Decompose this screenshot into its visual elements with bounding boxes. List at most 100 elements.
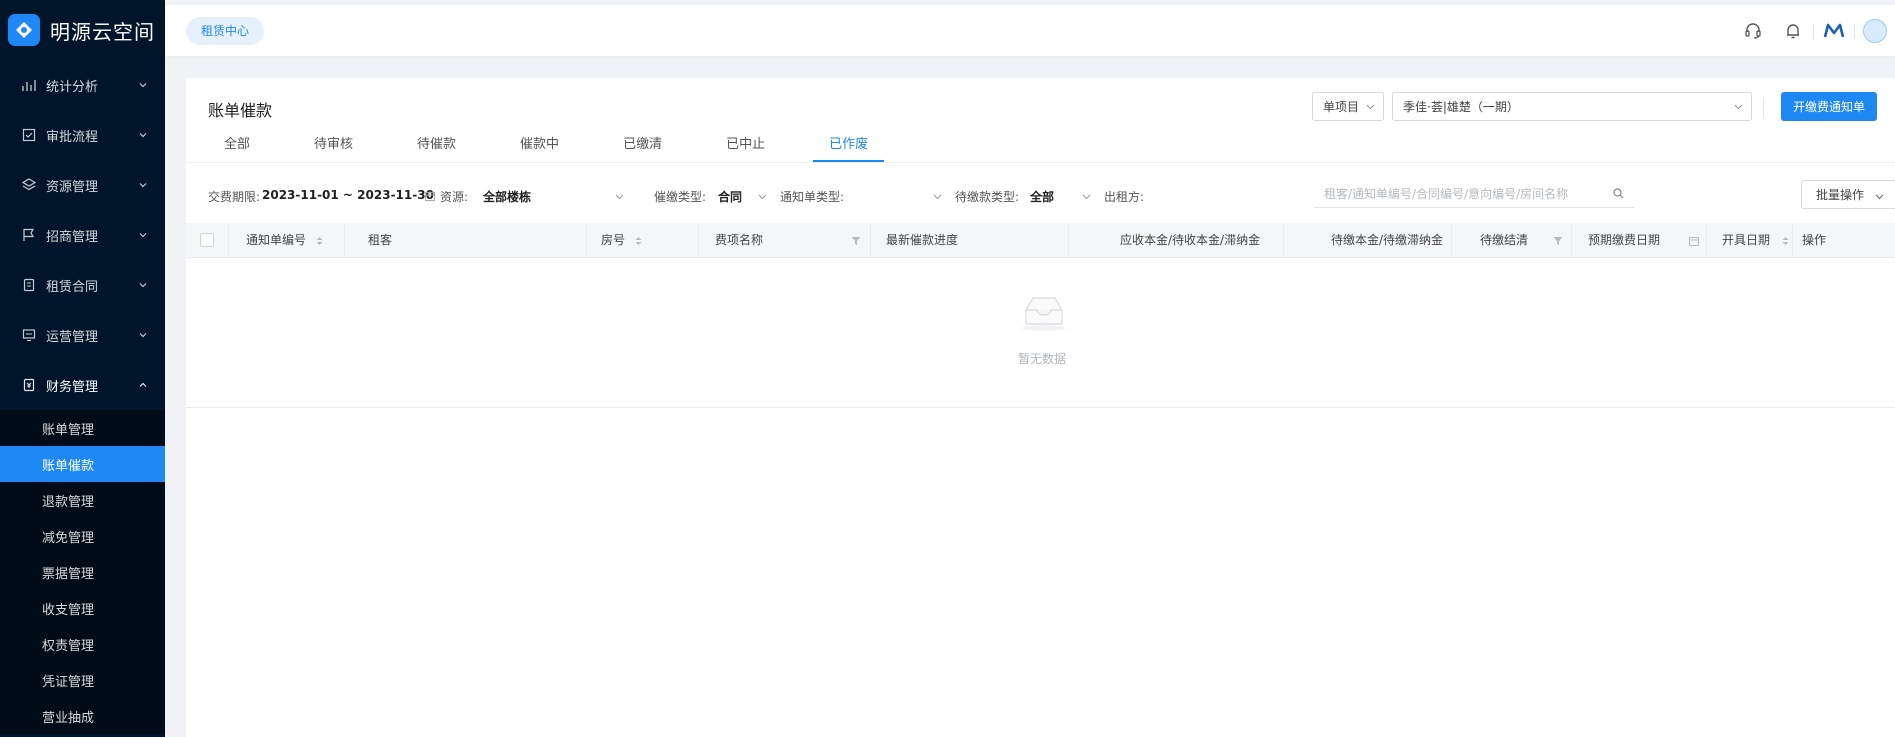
content-panel: 账单催款 单项目 季佳·荟|雄楚（一期） 开缴费通知单 全部 待审核 待催款 催… [186, 78, 1895, 737]
empty-text: 暂无数据 [1018, 352, 1067, 366]
sidebar-item-stats[interactable]: 统计分析 [0, 60, 165, 110]
tab-voided[interactable]: 已作废 [813, 128, 885, 162]
sidebar-item-finance[interactable]: 财务管理 [0, 360, 165, 410]
project-mode-value: 单项目 [1323, 100, 1360, 114]
chevron-down-icon [758, 194, 767, 200]
chevron-down-icon [139, 333, 147, 338]
empty-state: 暂无数据 [186, 258, 1895, 408]
app-title: 明源云空间 [50, 19, 155, 44]
sidebar-item-label: 运营管理 [46, 329, 99, 345]
sidebar-item-resources[interactable]: 资源管理 [0, 160, 165, 210]
sidebar-item-lease-contract[interactable]: 租赁合同 [0, 260, 165, 310]
column-header-notice-no[interactable]: 通知单编号 [246, 223, 306, 258]
app-logo-icon [8, 14, 40, 46]
collect-type-select[interactable]: 合同 [718, 188, 742, 205]
notice-type-label: 通知单类型: [780, 190, 845, 204]
filter-icon[interactable] [1553, 236, 1563, 246]
contract-icon [22, 278, 36, 292]
batch-operation-label: 批量操作 [1816, 188, 1865, 202]
search-input[interactable]: 租客/通知单编号/合同编号/意向编号/房间名称 [1314, 180, 1634, 208]
chevron-down-icon [139, 183, 147, 188]
tab-all[interactable]: 全部 [208, 128, 266, 162]
sidebar: 明源云空间 统计分析 审批流程 资源管理 招商管理 租赁合同 运营管理 财务管理… [0, 0, 165, 737]
column-header-tenant: 租客 [368, 233, 393, 247]
empty-inbox-icon [1022, 297, 1066, 331]
column-header-actions: 操作 [1802, 233, 1827, 247]
sidebar-item-label: 招商管理 [46, 229, 99, 245]
header-actions [1733, 5, 1895, 57]
column-header-settled: 待缴结清 [1480, 233, 1529, 247]
batch-operation-button[interactable]: 批量操作 [1801, 180, 1895, 209]
brand[interactable]: 明源云空间 [0, 0, 165, 60]
tab-collecting[interactable]: 催款中 [504, 128, 575, 162]
subitem-bill-management[interactable]: 账单管理 [0, 410, 165, 446]
subitem-bill-collection[interactable]: 账单催款 [0, 446, 165, 482]
tabs-divider [186, 162, 1895, 163]
filter-icon[interactable] [851, 236, 861, 246]
sidebar-item-label: 资源管理 [46, 179, 99, 195]
chevron-down-icon [139, 133, 147, 138]
tab-terminated[interactable]: 已中止 [710, 128, 781, 162]
sort-icon[interactable] [1782, 236, 1789, 246]
sidebar-item-label: 租赁合同 [46, 279, 99, 295]
subitem-accrual-management[interactable]: 权责管理 [0, 626, 165, 662]
chevron-down-icon [615, 194, 624, 200]
subitem-relief-management[interactable]: 减免管理 [0, 518, 165, 554]
tab-paid[interactable]: 已缴清 [607, 128, 678, 162]
sidebar-item-operations[interactable]: 运营管理 [0, 310, 165, 360]
subitem-invoice-management[interactable]: 票据管理 [0, 554, 165, 590]
calendar-icon[interactable] [425, 191, 435, 201]
tenant-label: 出租方: [1104, 190, 1145, 204]
bell-icon[interactable] [1773, 5, 1813, 57]
chevron-down-icon [139, 83, 147, 88]
subitem-refund-management[interactable]: 退款管理 [0, 482, 165, 518]
collect-type-label: 催缴类型: [654, 190, 707, 204]
divider [1763, 97, 1764, 117]
project-select[interactable]: 季佳·荟|雄楚（一期） [1392, 92, 1752, 121]
brand-m-icon[interactable] [1814, 5, 1854, 57]
column-header-issue-date[interactable]: 开具日期 [1722, 223, 1770, 258]
sidebar-item-label: 财务管理 [46, 379, 99, 395]
monitor-icon [22, 328, 36, 342]
status-tabs: 全部 待审核 待催款 催款中 已缴清 已中止 已作废 [208, 128, 916, 162]
divider [228, 223, 229, 258]
subitem-revenue-share[interactable]: 营业抽成 [0, 698, 165, 734]
project-select-value: 季佳·荟|雄楚（一期） [1403, 100, 1519, 114]
breadcrumb-tag[interactable]: 租赁中心 [186, 16, 265, 45]
chart-icon [22, 78, 36, 92]
divider [1451, 223, 1452, 258]
select-all-checkbox[interactable] [200, 233, 214, 247]
divider [1571, 223, 1572, 258]
finance-submenu: 账单管理 账单催款 退款管理 减免管理 票据管理 收支管理 权责管理 凭证管理 … [0, 410, 165, 734]
sidebar-item-investment[interactable]: 招商管理 [0, 210, 165, 260]
tab-pending-collection[interactable]: 待催款 [401, 128, 472, 162]
resource-select[interactable]: 全部楼栋 [483, 188, 531, 205]
period-range-input[interactable]: 2023-11-01 ~ 2023-11-30 [262, 188, 434, 202]
sidebar-item-label: 统计分析 [46, 79, 99, 95]
sort-icon[interactable] [635, 236, 642, 246]
column-header-room[interactable]: 房号 [601, 223, 625, 258]
divider [1068, 223, 1069, 258]
sort-icon[interactable] [316, 236, 323, 246]
subitem-income-expense[interactable]: 收支管理 [0, 590, 165, 626]
finance-icon [22, 378, 36, 392]
user-avatar[interactable] [1855, 5, 1895, 57]
tab-pending-review[interactable]: 待审核 [298, 128, 369, 162]
pending-type-label: 待缴款类型: [955, 190, 1020, 204]
divider [698, 223, 699, 258]
search-icon[interactable] [1613, 188, 1624, 199]
chevron-down-icon[interactable] [933, 192, 942, 201]
chevron-down-icon [139, 283, 147, 288]
pending-type-select[interactable]: 全部 [1030, 188, 1054, 205]
filter-bar: 交费期限: 2023-11-01 ~ 2023-11-30 资源: 全部楼栋 催… [208, 178, 1895, 214]
sidebar-item-approval[interactable]: 审批流程 [0, 110, 165, 160]
project-mode-select[interactable]: 单项目 [1312, 92, 1384, 121]
headset-icon[interactable] [1733, 5, 1773, 57]
column-header-pending-amount: 待缴本金/待缴滞纳金 [1331, 233, 1444, 247]
create-notice-button[interactable]: 开缴费通知单 [1781, 92, 1877, 121]
chevron-down-icon [1366, 104, 1375, 110]
calendar-icon[interactable] [1689, 236, 1699, 246]
chevron-up-icon [139, 382, 147, 387]
subitem-voucher-management[interactable]: 凭证管理 [0, 662, 165, 698]
page-title: 账单催款 [208, 101, 273, 120]
